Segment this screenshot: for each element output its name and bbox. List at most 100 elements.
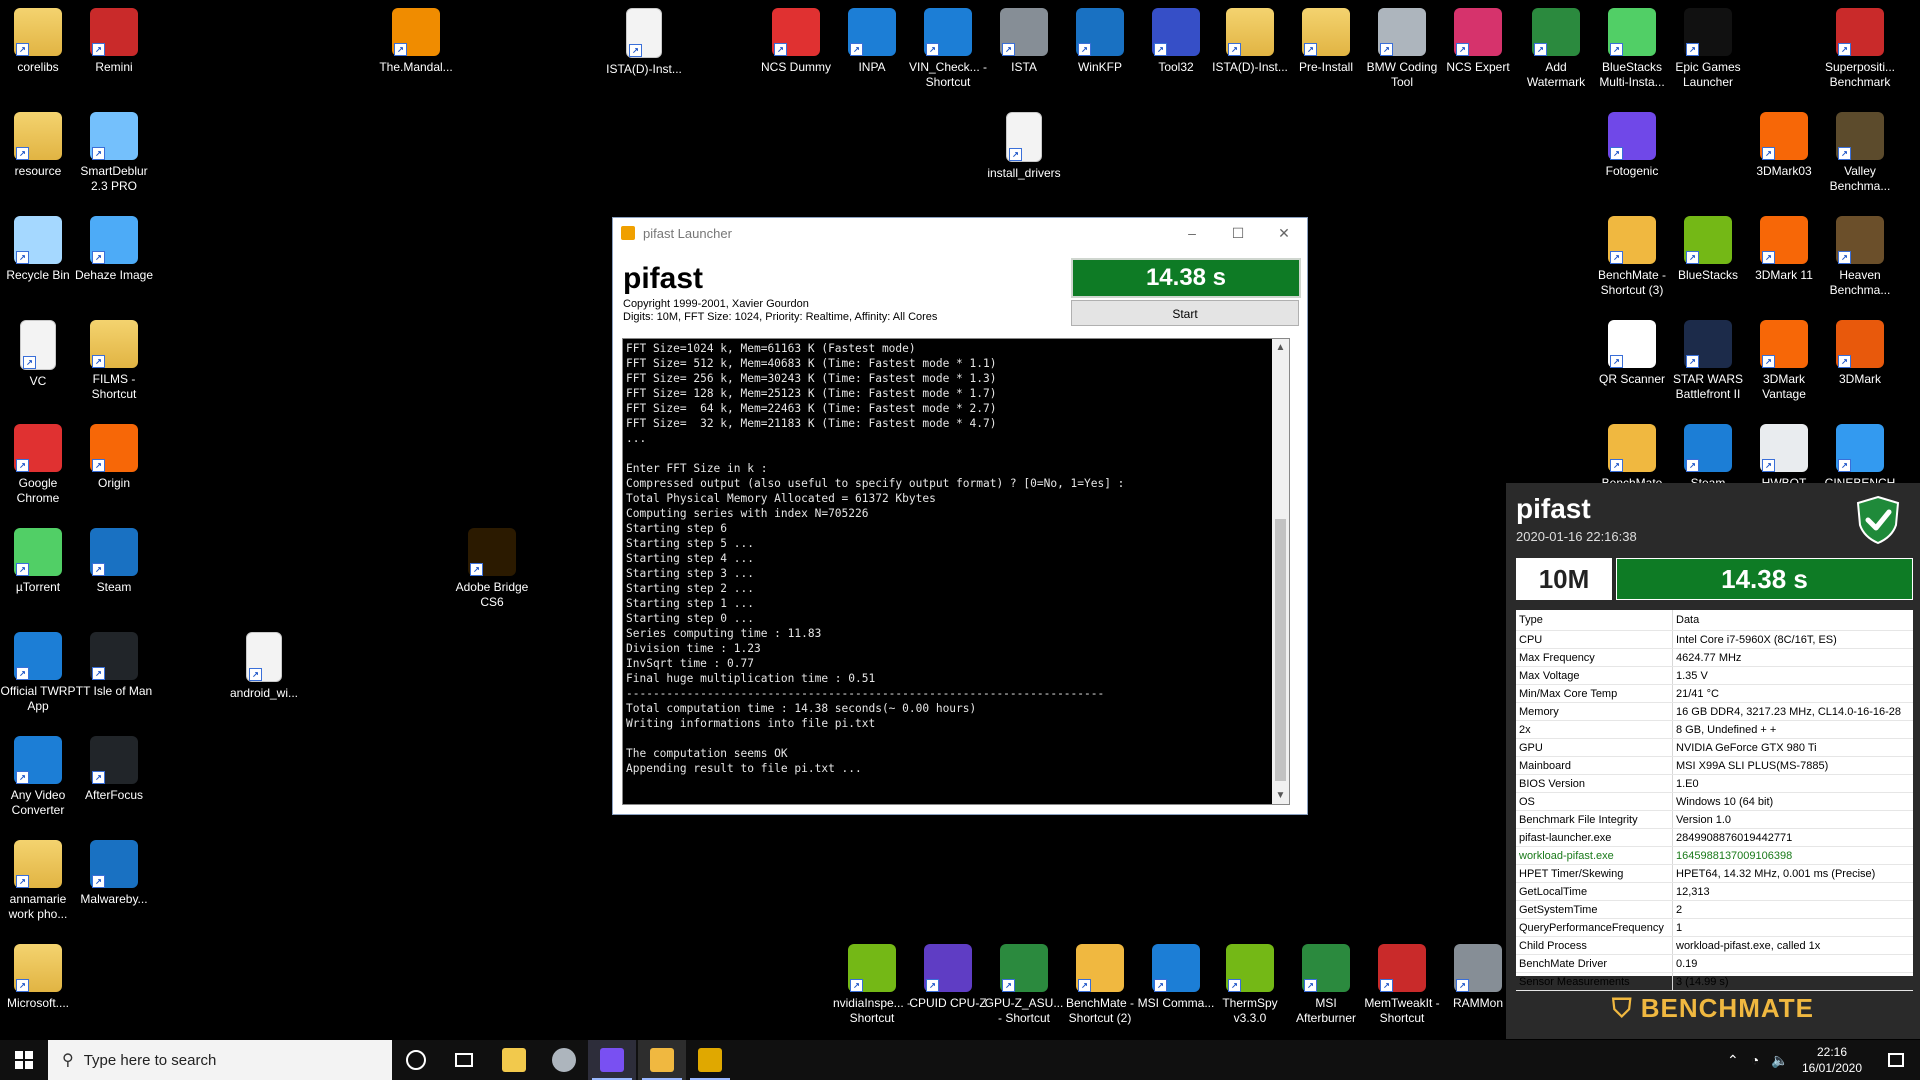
desktop-icon-vc[interactable]: ↗ VC [0, 320, 78, 389]
desktop-icon-ncs-expert[interactable]: ↗ NCS Expert [1438, 8, 1518, 75]
desktop-icon-label: Tool32 [1158, 60, 1194, 74]
desktop-icon-malwarebytes[interactable]: ↗ Malwareby... [74, 840, 154, 907]
cpuz-taskbar-icon[interactable] [588, 1040, 636, 1080]
desktop-icon-fotogenic[interactable]: ↗ Fotogenic [1592, 112, 1672, 179]
desktop-icon-utorrent[interactable]: ↗ µTorrent [0, 528, 78, 595]
minimize-button[interactable]: – [1169, 225, 1215, 241]
cortana-icon[interactable] [392, 1040, 440, 1080]
notifications-icon[interactable] [1872, 1040, 1920, 1080]
desktop-icon-msi-command[interactable]: ↗ MSI Comma... [1136, 944, 1216, 1011]
desktop-icon-afterburner[interactable]: ↗ MSI Afterburner [1286, 944, 1366, 1026]
pifast-taskbar-icon[interactable] [686, 1040, 734, 1080]
desktop-icon-winkfp[interactable]: ↗ WinKFP [1060, 8, 1140, 75]
desktop-icon-android-wi[interactable]: ↗ android_wi... [224, 632, 304, 701]
benchmate-taskbar-icon[interactable] [638, 1040, 686, 1080]
desktop-icon-adobe-bridge[interactable]: ↗ Adobe Bridge CS6 [452, 528, 532, 610]
desktop-icon-twrp[interactable]: ↗ Official TWRP App [0, 632, 78, 714]
desktop-icon-films[interactable]: ↗ FILMS - Shortcut [74, 320, 154, 402]
desktop-icon-memtweakit[interactable]: ↗ MemTweakIt - Shortcut [1362, 944, 1442, 1026]
folder-icon: ↗ [1302, 8, 1350, 56]
task-view-icon[interactable] [440, 1040, 488, 1080]
fotogenic-icon: ↗ [1608, 112, 1656, 160]
start-button[interactable] [0, 1040, 48, 1080]
taskbar-clock[interactable]: 22:16 16/01/2020 [1792, 1044, 1872, 1076]
shortcut-arrow-icon: ↗ [1610, 355, 1623, 368]
start-button[interactable]: Start [1071, 300, 1299, 326]
desktop-icon-afterfocus[interactable]: ↗ AfterFocus [74, 736, 154, 803]
desktop-icon-hwbot[interactable]: ↗HWBOT [1744, 424, 1824, 491]
desktop-icon-bluestacks-multi[interactable]: ↗ BlueStacks Multi-Insta... [1592, 8, 1672, 90]
volume-icon[interactable]: 🔈 [1771, 1052, 1788, 1069]
taskbar-search[interactable]: ⚲ Type here to search [48, 1040, 392, 1080]
desktop-icon-inpa[interactable]: ↗ INPA [832, 8, 912, 75]
desktop-icon-mandal[interactable]: ↗ The.Mandal... [376, 8, 456, 75]
desktop-icon-ista-d-2[interactable]: ↗ ISTA(D)-Inst... [1210, 8, 1290, 75]
desktop-icon-annamarie[interactable]: ↗ annamarie work pho... [0, 840, 78, 922]
desktop-icon-add-watermark[interactable]: ↗ Add Watermark [1516, 8, 1596, 90]
window-titlebar[interactable]: pifast Launcher – ☐ ✕ [613, 218, 1307, 248]
desktop-icon-cinebench[interactable]: ↗CINEBENCH [1820, 424, 1900, 491]
console-scrollbar[interactable]: ▲ ▼ [1272, 339, 1289, 804]
superposition-icon: ↗ [1836, 8, 1884, 56]
desktop-icon-3dmark11[interactable]: ↗ 3DMark 11 [1744, 216, 1824, 283]
desktop-icon-qr-scanner[interactable]: ↗ QR Scanner [1592, 320, 1672, 387]
desktop-icon-pre-install[interactable]: ↗ Pre-Install [1286, 8, 1366, 75]
desktop-icon-benchmate-cut[interactable]: ↗BenchMate [1592, 424, 1672, 491]
desktop-icon-benchmate-2[interactable]: ↗ BenchMate - Shortcut (2) [1060, 944, 1140, 1026]
video-converter-icon: ↗ [14, 736, 62, 784]
bluestacks-icon: ↗ [1608, 8, 1656, 56]
desktop-icon-heaven[interactable]: ↗ Heaven Benchma... [1820, 216, 1900, 298]
scroll-down-icon[interactable]: ▼ [1272, 787, 1289, 804]
desktop-icon-origin[interactable]: ↗ Origin [74, 424, 154, 491]
desktop-icon-cpuz[interactable]: ↗ CPUID CPU-Z [908, 944, 988, 1011]
desktop-icon-microsoft[interactable]: ↗ Microsoft.... [0, 944, 78, 1011]
desktop-icon-3dmark03[interactable]: ↗ 3DMark03 [1744, 112, 1824, 179]
desktop-icon-remini[interactable]: ↗ Remini [74, 8, 154, 75]
cpuz-icon: ↗ [924, 944, 972, 992]
desktop-icon-3dmark[interactable]: ↗ 3DMark [1820, 320, 1900, 387]
desktop-icon-recycle-bin[interactable]: ↗ Recycle Bin [0, 216, 78, 283]
row-data: workload-pifast.exe, called 1x [1672, 936, 1913, 955]
network-icon[interactable]: ◔ [1751, 1052, 1759, 1068]
file-explorer-icon[interactable] [490, 1040, 538, 1080]
desktop-icon-tt-isle[interactable]: ↗ TT Isle of Man [74, 632, 154, 699]
desktop-icon-corelibs[interactable]: ↗ corelibs [0, 8, 78, 75]
desktop-icon-starwars[interactable]: ↗ STAR WARS Battlefront II [1668, 320, 1748, 402]
desktop-icon-label: Add Watermark [1526, 60, 1586, 89]
desktop-icon-ista[interactable]: ↗ ISTA [984, 8, 1064, 75]
desktop-icon-bmw-coding[interactable]: ↗ BMW Coding Tool [1362, 8, 1442, 90]
close-button[interactable]: ✕ [1261, 225, 1307, 242]
desktop-icon-steam[interactable]: ↗ Steam [74, 528, 154, 595]
desktop-icon-bluestacks[interactable]: ↗ BlueStacks [1668, 216, 1748, 283]
heaven-icon: ↗ [1836, 216, 1884, 264]
row-type: OS [1516, 792, 1673, 811]
bridge-icon: ↗ [468, 528, 516, 576]
shortcut-arrow-icon: ↗ [926, 43, 939, 56]
desktop-icon-resource[interactable]: ↗ resource [0, 112, 78, 179]
desktop-icon-dehaze[interactable]: ↗ Dehaze Image [74, 216, 154, 283]
desktop-icon-install-drivers[interactable]: ↗ install_drivers [984, 112, 1064, 181]
scrollbar-thumb[interactable] [1275, 519, 1286, 781]
desktop-icon-gpuz[interactable]: ↗ GPU-Z_ASU... - Shortcut [984, 944, 1064, 1026]
desktop-icon-benchmate-3[interactable]: ↗ BenchMate - Shortcut (3) [1592, 216, 1672, 298]
desktop-icon-superposition[interactable]: ↗ Superpositi... Benchmark [1820, 8, 1900, 90]
desktop-icon-any-video[interactable]: ↗ Any Video Converter [0, 736, 78, 818]
desktop-icon-chrome[interactable]: ↗ Google Chrome [0, 424, 78, 506]
desktop-icon-label: Dehaze Image [74, 268, 154, 282]
desktop-icon-3dmark-vantage[interactable]: ↗ 3DMark Vantage [1744, 320, 1824, 402]
maximize-button[interactable]: ☐ [1215, 225, 1261, 242]
desktop-icon-ncs-dummy[interactable]: ↗ NCS Dummy [756, 8, 836, 75]
desktop-icon-vin-check[interactable]: ↗ VIN_Check... - Shortcut [908, 8, 988, 90]
desktop-icon-smartdeblur[interactable]: ↗ SmartDeblur 2.3 PRO [74, 112, 154, 194]
console-output[interactable]: FFT Size=1024 k, Mem=61163 K (Fastest mo… [622, 338, 1290, 805]
chevron-up-icon[interactable]: ⌃ [1727, 1052, 1739, 1069]
desktop-icon-tool32[interactable]: ↗ Tool32 [1136, 8, 1216, 75]
desktop-icon-steam-cut[interactable]: ↗Steam [1668, 424, 1748, 491]
desktop-icon-valley[interactable]: ↗ Valley Benchma... [1820, 112, 1900, 194]
desktop-icon-epic[interactable]: ↗ Epic Games Launcher [1668, 8, 1748, 90]
desktop-icon-thermspy[interactable]: ↗ ThermSpy v3.3.0 [1210, 944, 1290, 1026]
desktop-icon-nvidiainspector[interactable]: ↗ nvidiaInspe... - Shortcut [832, 944, 912, 1026]
scroll-up-icon[interactable]: ▲ [1272, 339, 1289, 356]
desktop-icon-ista-d-1[interactable]: ↗ ISTA(D)-Inst... [604, 8, 684, 77]
bmw-coding-taskbar-icon[interactable] [540, 1040, 588, 1080]
